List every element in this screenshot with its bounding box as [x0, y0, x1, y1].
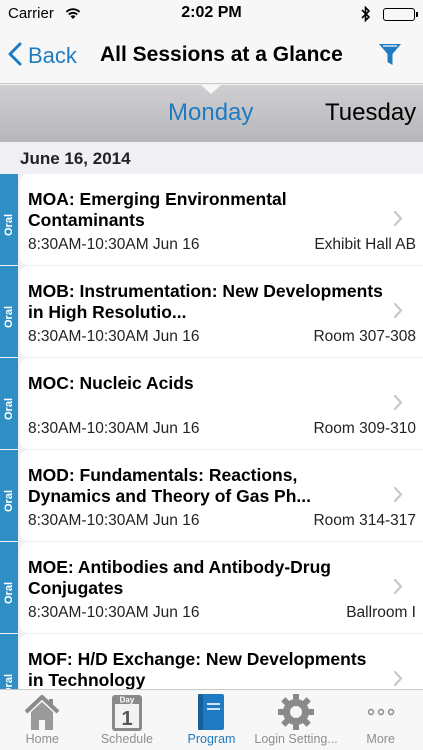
session-type-label: Oral — [3, 581, 15, 604]
chevron-right-icon — [393, 210, 403, 232]
session-type-label: Oral — [3, 489, 15, 512]
session-row[interactable]: Oral MOD: Fundamentals: Reactions, Dynam… — [0, 450, 423, 542]
session-row[interactable]: Oral MOE: Antibodies and Antibody-Drug C… — [0, 542, 423, 634]
selected-day-indicator — [201, 85, 221, 94]
session-type-tab: Oral — [0, 174, 18, 265]
day-tab-monday[interactable]: Monday — [168, 99, 253, 127]
calendar-icon-number: 1 — [121, 708, 132, 730]
back-label: Back — [28, 43, 77, 68]
session-type-tab: Oral — [0, 450, 18, 541]
calendar-icon: Day 1 — [107, 692, 147, 737]
navigation-bar: Back All Sessions at a Glance — [0, 28, 423, 84]
session-list[interactable]: Oral MOA: Emerging Environmental Contami… — [0, 174, 423, 689]
session-type-tab: Oral — [0, 542, 18, 633]
tab-label: Login Setting... — [254, 732, 338, 746]
session-title: MOB: Instrumentation: New Developments i… — [28, 281, 383, 322]
session-card[interactable]: MOA: Emerging Environmental Contaminants… — [20, 174, 423, 265]
session-time: 8:30AM-10:30AM Jun 16 — [28, 420, 200, 437]
session-row[interactable]: Oral MOF: H/D Exchange: New Developments… — [0, 634, 423, 689]
section-date-label: June 16, 2014 — [20, 149, 131, 168]
session-room: Room 309-310 — [313, 420, 416, 437]
calendar-icon-day-text: Day — [120, 696, 135, 705]
session-time: 8:30AM-10:30AM Jun 16 — [28, 604, 200, 621]
filter-icon — [377, 44, 403, 73]
tab-label: Program — [187, 732, 236, 746]
session-type-tab: Oral — [0, 266, 18, 357]
session-title: MOF: H/D Exchange: New Developments in T… — [28, 649, 367, 689]
session-type-label: Oral — [3, 397, 15, 420]
session-time: 8:30AM-10:30AM Jun 16 — [28, 328, 200, 345]
status-bar: Carrier 2:02 PM — [0, 0, 423, 28]
session-title: MOD: Fundamentals: Reactions, Dynamics a… — [28, 465, 311, 506]
page-title: All Sessions at a Glance — [100, 43, 343, 66]
session-type-label: Oral — [3, 213, 15, 236]
session-type-tab: Oral — [0, 358, 18, 449]
session-type-label: Oral — [3, 305, 15, 328]
gear-icon — [276, 692, 316, 737]
session-room: Exhibit Hall AB — [314, 236, 416, 253]
session-row[interactable]: Oral MOA: Emerging Environmental Contami… — [0, 174, 423, 266]
tab-login-settings[interactable]: Login Setting... — [254, 690, 339, 750]
chevron-right-icon — [393, 670, 403, 689]
back-chevron-icon — [8, 42, 22, 71]
session-card[interactable]: MOF: H/D Exchange: New Developments in T… — [20, 634, 423, 689]
chevron-right-icon — [393, 486, 403, 508]
session-row[interactable]: Oral MOC: Nucleic Acids 8:30AM-10:30AM J… — [0, 358, 423, 450]
back-button[interactable]: Back — [8, 40, 77, 72]
tab-program[interactable]: Program — [169, 690, 254, 750]
session-time: 8:30AM-10:30AM Jun 16 — [28, 512, 200, 529]
session-type-label: Oral — [3, 673, 15, 689]
filter-button[interactable] — [377, 41, 403, 74]
tab-home[interactable]: Home — [0, 690, 85, 750]
session-title: MOE: Antibodies and Antibody-Drug Conjug… — [28, 557, 331, 598]
session-room: Ballroom I — [346, 604, 416, 621]
tab-label: Home — [25, 732, 59, 746]
session-title: MOA: Emerging Environmental Contaminants — [28, 189, 287, 230]
chevron-right-icon — [393, 578, 403, 600]
session-room: Room 307-308 — [313, 328, 416, 345]
tab-more[interactable]: More — [338, 690, 423, 750]
session-time: 8:30AM-10:30AM Jun 16 — [28, 236, 200, 253]
more-icon — [361, 692, 401, 737]
bluetooth-icon — [360, 5, 372, 28]
tab-schedule[interactable]: Day 1 Schedule — [85, 690, 170, 750]
day-tab-tuesday[interactable]: Tuesday — [325, 99, 416, 127]
session-card[interactable]: MOC: Nucleic Acids 8:30AM-10:30AM Jun 16… — [20, 358, 423, 449]
session-room: Room 314-317 — [313, 512, 416, 529]
tab-bar: Home Day 1 Schedule Program Login Settin… — [0, 689, 423, 750]
book-icon — [191, 692, 231, 737]
session-card[interactable]: MOB: Instrumentation: New Developments i… — [20, 266, 423, 357]
session-type-tab: Oral — [0, 634, 18, 689]
battery-icon — [383, 8, 418, 21]
tab-label: More — [366, 732, 395, 746]
chevron-right-icon — [393, 302, 403, 324]
tab-label: Schedule — [100, 732, 153, 746]
home-icon — [22, 692, 62, 737]
session-title: MOC: Nucleic Acids — [28, 373, 194, 393]
day-selector: Monday Tuesday — [0, 85, 423, 142]
section-header: June 16, 2014 — [0, 142, 423, 174]
chevron-right-icon — [393, 394, 403, 416]
session-row[interactable]: Oral MOB: Instrumentation: New Developme… — [0, 266, 423, 358]
session-card[interactable]: MOD: Fundamentals: Reactions, Dynamics a… — [20, 450, 423, 541]
session-card[interactable]: MOE: Antibodies and Antibody-Drug Conjug… — [20, 542, 423, 633]
